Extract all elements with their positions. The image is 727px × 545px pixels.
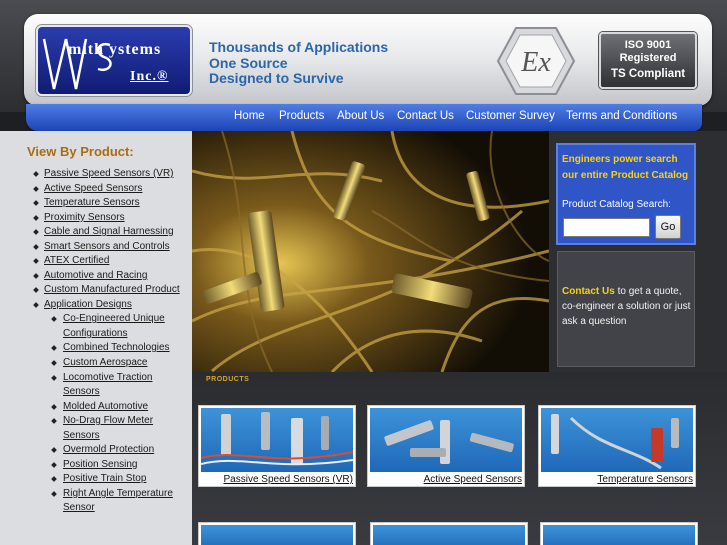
sidebar-subitem[interactable]: Custom Aerospace: [63, 356, 148, 371]
logo-text-line2: Inc.®: [130, 69, 169, 84]
products-section-label: PRODUCTS: [206, 376, 250, 383]
ex-mark-text: Ex: [520, 47, 551, 78]
product-image: [373, 525, 525, 545]
sidebar-subitem[interactable]: Locomotive Traction: [63, 371, 153, 386]
product-image: [543, 525, 695, 545]
product-caption[interactable]: Active Speed Sensors: [368, 474, 524, 485]
sidebar-heading: View By Product:: [27, 144, 134, 159]
nav-contact-us[interactable]: Contact Us: [397, 110, 454, 122]
product-card-temperature[interactable]: Temperature Sensors: [538, 405, 696, 487]
product-image: [541, 408, 693, 472]
product-card-active-speed[interactable]: Active Speed Sensors: [367, 405, 525, 487]
catalog-search-input[interactable]: [563, 218, 650, 237]
sidebar-item-application-designs[interactable]: Application Designs: [44, 298, 132, 313]
sidebar-subitem[interactable]: Positive Train Stop: [63, 472, 146, 487]
search-promo-line: our entire Product Catalog: [562, 169, 689, 181]
logo-text-line1: mith ystems: [68, 41, 162, 58]
nav-products[interactable]: Products: [279, 110, 324, 122]
logo-wave-graphic: [42, 38, 112, 90]
tagline-line: One Source: [209, 54, 288, 71]
iso-certification-badge: ISO 9001 Registered TS Compliant: [599, 32, 697, 89]
sidebar-item-automotive-racing[interactable]: Automotive and Racing: [44, 269, 147, 284]
hero-image-sensors: [192, 131, 549, 372]
tagline-line: Designed to Survive: [209, 70, 344, 86]
product-image: [370, 408, 522, 472]
sidebar-subitem[interactable]: Molded Automotive: [63, 400, 148, 415]
sidebar-subitem[interactable]: Sensors: [63, 385, 100, 400]
search-label: Product Catalog Search:: [562, 199, 671, 210]
sidebar-subitem[interactable]: Position Sensing: [63, 458, 138, 473]
sidebar-subitem[interactable]: Overmold Protection: [63, 443, 154, 458]
sidebar-item-proximity-sensors[interactable]: Proximity Sensors: [44, 211, 125, 226]
nav-home[interactable]: Home: [234, 110, 265, 122]
product-card-row2[interactable]: [198, 522, 356, 545]
sidebar-item-active-speed-sensors[interactable]: Active Speed Sensors: [44, 182, 142, 197]
product-caption[interactable]: Passive Speed Sensors (VR): [199, 474, 355, 485]
iso-line: Registered: [619, 52, 677, 64]
sidebar-subitem[interactable]: Co-Engineered Unique: [63, 312, 165, 327]
sidebar-item-temperature-sensors[interactable]: Temperature Sensors: [44, 196, 140, 211]
tagline-line: Thousands of Applications: [209, 39, 389, 55]
search-promo-text: Engineers power search our entire Produc…: [562, 152, 688, 183]
sidebar-subitem[interactable]: No-Drag Flow Meter: [63, 414, 153, 429]
nav-about-us[interactable]: About Us: [337, 110, 384, 122]
sidebar-subitem[interactable]: Configurations: [63, 327, 127, 342]
sidebar-subitem[interactable]: Sensors: [63, 429, 100, 444]
iso-line: ISO 9001: [624, 39, 672, 51]
sidebar-item-smart-sensors[interactable]: Smart Sensors and Controls: [44, 240, 170, 255]
contact-text: Contact Us to get a quote, co-engineer a…: [562, 284, 694, 329]
sidebar-item-cable-harnessing[interactable]: Cable and Signal Harnessing: [44, 225, 174, 240]
nav-terms-and-conditions[interactable]: Terms and Conditions: [566, 110, 677, 122]
sidebar-subitem[interactable]: Combined Technologies: [63, 341, 170, 356]
sidebar-item-atex-certified[interactable]: ATEX Certified: [44, 254, 109, 269]
product-image: [201, 525, 353, 545]
atex-ex-icon: Ex: [496, 27, 576, 95]
search-go-button[interactable]: Go: [655, 215, 681, 239]
search-promo-line: Engineers power search: [562, 154, 678, 165]
sidebar-subitem[interactable]: Sensor: [63, 501, 95, 516]
sidebar-subitem[interactable]: Right Angle Temperature: [63, 487, 173, 502]
product-caption[interactable]: Temperature Sensors: [539, 474, 695, 485]
product-card-row2[interactable]: [540, 522, 698, 545]
sidebar-item-custom-manufactured[interactable]: Custom Manufactured Product: [44, 283, 180, 298]
nav-customer-survey[interactable]: Customer Survey: [466, 110, 555, 122]
company-logo[interactable]: mith ystems Inc.®: [36, 25, 192, 96]
tagline: Thousands of Applications One Source Des…: [209, 39, 389, 87]
contact-us-link[interactable]: Contact Us: [562, 286, 615, 297]
product-card-row2[interactable]: [370, 522, 528, 545]
ts-compliant-text: TS Compliant: [610, 68, 686, 80]
sidebar-item-passive-speed-sensors[interactable]: Passive Speed Sensors (VR): [44, 167, 174, 182]
product-card-passive-speed[interactable]: Passive Speed Sensors (VR): [198, 405, 356, 487]
product-image: [201, 408, 353, 472]
